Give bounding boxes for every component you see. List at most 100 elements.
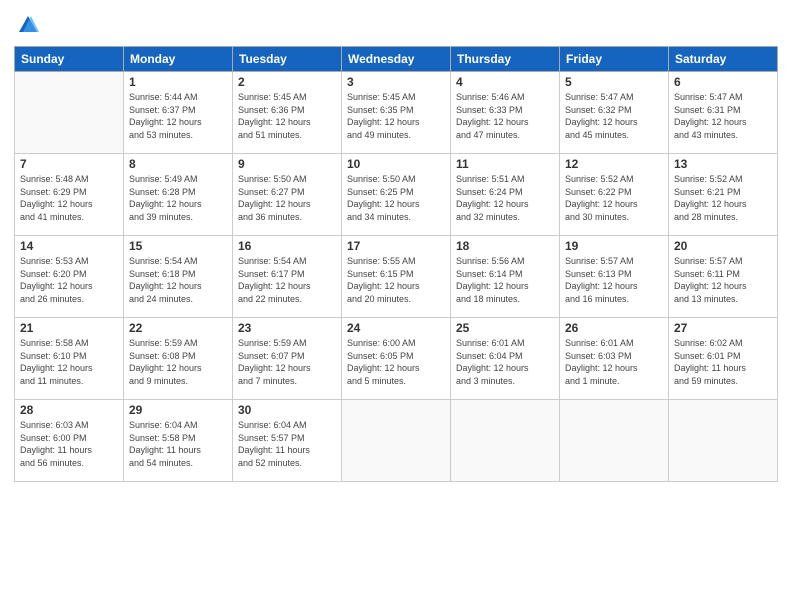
calendar-cell: 26 Sunrise: 6:01 AMSunset: 6:03 PMDayligh… [560, 318, 669, 400]
day-info: Sunrise: 5:45 AMSunset: 6:36 PMDaylight:… [238, 91, 336, 141]
calendar-cell: 1 Sunrise: 5:44 AMSunset: 6:37 PMDaylight… [124, 72, 233, 154]
day-info: Sunrise: 5:53 AMSunset: 6:20 PMDaylight:… [20, 255, 118, 305]
day-number: 9 [238, 157, 336, 171]
day-number: 7 [20, 157, 118, 171]
calendar-cell: 11Sunrise: 5:51 AMSunset: 6:24 PMDayligh… [451, 154, 560, 236]
week-row-1: 1 Sunrise: 5:44 AMSunset: 6:37 PMDaylight… [15, 72, 778, 154]
day-info: Sunrise: 6:04 AMSunset: 5:58 PMDaylight:… [129, 419, 227, 469]
day-number: 30 [238, 403, 336, 417]
day-info: Sunrise: 5:54 AMSunset: 6:18 PMDaylight:… [129, 255, 227, 305]
col-monday: Monday [124, 47, 233, 72]
day-number: 2 [238, 75, 336, 89]
day-info: Sunrise: 6:02 AMSunset: 6:01 PMDaylight:… [674, 337, 772, 387]
logo [14, 16, 39, 38]
day-info: Sunrise: 5:52 AMSunset: 6:21 PMDaylight:… [674, 173, 772, 223]
day-number: 1 [129, 75, 227, 89]
page: Sunday Monday Tuesday Wednesday Thursday… [0, 0, 792, 612]
day-number: 29 [129, 403, 227, 417]
day-number: 17 [347, 239, 445, 253]
week-row-4: 21 Sunrise: 5:58 AMSunset: 6:10 PMDayligh… [15, 318, 778, 400]
calendar-cell [451, 400, 560, 482]
day-info: Sunrise: 6:01 AMSunset: 6:03 PMDaylight:… [565, 337, 663, 387]
day-info: Sunrise: 5:54 AMSunset: 6:17 PMDaylight:… [238, 255, 336, 305]
day-info: Sunrise: 6:04 AMSunset: 5:57 PMDaylight:… [238, 419, 336, 469]
calendar-cell: 19Sunrise: 5:57 AMSunset: 6:13 PMDayligh… [560, 236, 669, 318]
day-info: Sunrise: 5:46 AMSunset: 6:33 PMDaylight:… [456, 91, 554, 141]
day-info: Sunrise: 5:57 AMSunset: 6:13 PMDaylight:… [565, 255, 663, 305]
calendar-cell: 22 Sunrise: 5:59 AMSunset: 6:08 PMDayligh… [124, 318, 233, 400]
day-info: Sunrise: 5:50 AMSunset: 6:25 PMDaylight:… [347, 173, 445, 223]
col-thursday: Thursday [451, 47, 560, 72]
day-number: 21 [20, 321, 118, 335]
calendar-cell: 27 Sunrise: 6:02 AMSunset: 6:01 PMDayligh… [669, 318, 778, 400]
day-info: Sunrise: 5:47 AMSunset: 6:32 PMDaylight:… [565, 91, 663, 141]
day-info: Sunrise: 5:50 AMSunset: 6:27 PMDaylight:… [238, 173, 336, 223]
week-row-3: 14 Sunrise: 5:53 AMSunset: 6:20 PMDayligh… [15, 236, 778, 318]
day-info: Sunrise: 6:03 AMSunset: 6:00 PMDaylight:… [20, 419, 118, 469]
week-row-5: 28 Sunrise: 6:03 AMSunset: 6:00 PMDayligh… [15, 400, 778, 482]
day-number: 25 [456, 321, 554, 335]
day-info: Sunrise: 5:59 AMSunset: 6:07 PMDaylight:… [238, 337, 336, 387]
day-info: Sunrise: 5:45 AMSunset: 6:35 PMDaylight:… [347, 91, 445, 141]
day-info: Sunrise: 5:59 AMSunset: 6:08 PMDaylight:… [129, 337, 227, 387]
day-info: Sunrise: 6:00 AMSunset: 6:05 PMDaylight:… [347, 337, 445, 387]
calendar-cell: 3 Sunrise: 5:45 AMSunset: 6:35 PMDaylight… [342, 72, 451, 154]
day-number: 16 [238, 239, 336, 253]
day-number: 15 [129, 239, 227, 253]
day-info: Sunrise: 5:47 AMSunset: 6:31 PMDaylight:… [674, 91, 772, 141]
calendar-table: Sunday Monday Tuesday Wednesday Thursday… [14, 46, 778, 482]
calendar-cell [342, 400, 451, 482]
day-number: 14 [20, 239, 118, 253]
calendar-cell: 18 Sunrise: 5:56 AMSunset: 6:14 PMDayligh… [451, 236, 560, 318]
calendar-cell: 15 Sunrise: 5:54 AMSunset: 6:18 PMDayligh… [124, 236, 233, 318]
day-number: 27 [674, 321, 772, 335]
calendar-cell: 25 Sunrise: 6:01 AMSunset: 6:04 PMDayligh… [451, 318, 560, 400]
col-saturday: Saturday [669, 47, 778, 72]
calendar-cell: 4 Sunrise: 5:46 AMSunset: 6:33 PMDaylight… [451, 72, 560, 154]
day-number: 8 [129, 157, 227, 171]
day-info: Sunrise: 5:51 AMSunset: 6:24 PMDaylight:… [456, 173, 554, 223]
calendar-cell: 30 Sunrise: 6:04 AMSunset: 5:57 PMDayligh… [233, 400, 342, 482]
calendar-cell [669, 400, 778, 482]
day-number: 4 [456, 75, 554, 89]
calendar-cell: 28 Sunrise: 6:03 AMSunset: 6:00 PMDayligh… [15, 400, 124, 482]
day-number: 22 [129, 321, 227, 335]
day-number: 10 [347, 157, 445, 171]
day-number: 5 [565, 75, 663, 89]
day-number: 3 [347, 75, 445, 89]
week-row-2: 7 Sunrise: 5:48 AMSunset: 6:29 PMDaylight… [15, 154, 778, 236]
day-info: Sunrise: 5:44 AMSunset: 6:37 PMDaylight:… [129, 91, 227, 141]
calendar-cell [15, 72, 124, 154]
day-number: 18 [456, 239, 554, 253]
day-number: 12 [565, 157, 663, 171]
calendar-cell: 24 Sunrise: 6:00 AMSunset: 6:05 PMDayligh… [342, 318, 451, 400]
day-number: 26 [565, 321, 663, 335]
calendar-cell: 20Sunrise: 5:57 AMSunset: 6:11 PMDayligh… [669, 236, 778, 318]
calendar-cell: 7 Sunrise: 5:48 AMSunset: 6:29 PMDaylight… [15, 154, 124, 236]
calendar-cell: 9 Sunrise: 5:50 AMSunset: 6:27 PMDaylight… [233, 154, 342, 236]
calendar-cell: 29 Sunrise: 6:04 AMSunset: 5:58 PMDayligh… [124, 400, 233, 482]
calendar-cell: 17 Sunrise: 5:55 AMSunset: 6:15 PMDayligh… [342, 236, 451, 318]
day-number: 13 [674, 157, 772, 171]
calendar-cell: 12 Sunrise: 5:52 AMSunset: 6:22 PMDayligh… [560, 154, 669, 236]
day-info: Sunrise: 5:56 AMSunset: 6:14 PMDaylight:… [456, 255, 554, 305]
col-wednesday: Wednesday [342, 47, 451, 72]
col-friday: Friday [560, 47, 669, 72]
day-info: Sunrise: 5:49 AMSunset: 6:28 PMDaylight:… [129, 173, 227, 223]
day-number: 28 [20, 403, 118, 417]
calendar-cell [560, 400, 669, 482]
day-number: 24 [347, 321, 445, 335]
day-info: Sunrise: 5:55 AMSunset: 6:15 PMDaylight:… [347, 255, 445, 305]
calendar-cell: 23Sunrise: 5:59 AMSunset: 6:07 PMDayligh… [233, 318, 342, 400]
calendar-cell: 5 Sunrise: 5:47 AMSunset: 6:32 PMDaylight… [560, 72, 669, 154]
header [14, 10, 778, 38]
day-info: Sunrise: 5:58 AMSunset: 6:10 PMDaylight:… [20, 337, 118, 387]
day-info: Sunrise: 5:48 AMSunset: 6:29 PMDaylight:… [20, 173, 118, 223]
day-info: Sunrise: 5:52 AMSunset: 6:22 PMDaylight:… [565, 173, 663, 223]
header-row: Sunday Monday Tuesday Wednesday Thursday… [15, 47, 778, 72]
calendar-cell: 10 Sunrise: 5:50 AMSunset: 6:25 PMDayligh… [342, 154, 451, 236]
day-info: Sunrise: 5:57 AMSunset: 6:11 PMDaylight:… [674, 255, 772, 305]
day-info: Sunrise: 6:01 AMSunset: 6:04 PMDaylight:… [456, 337, 554, 387]
calendar-cell: 13 Sunrise: 5:52 AMSunset: 6:21 PMDayligh… [669, 154, 778, 236]
calendar-cell: 16 Sunrise: 5:54 AMSunset: 6:17 PMDayligh… [233, 236, 342, 318]
